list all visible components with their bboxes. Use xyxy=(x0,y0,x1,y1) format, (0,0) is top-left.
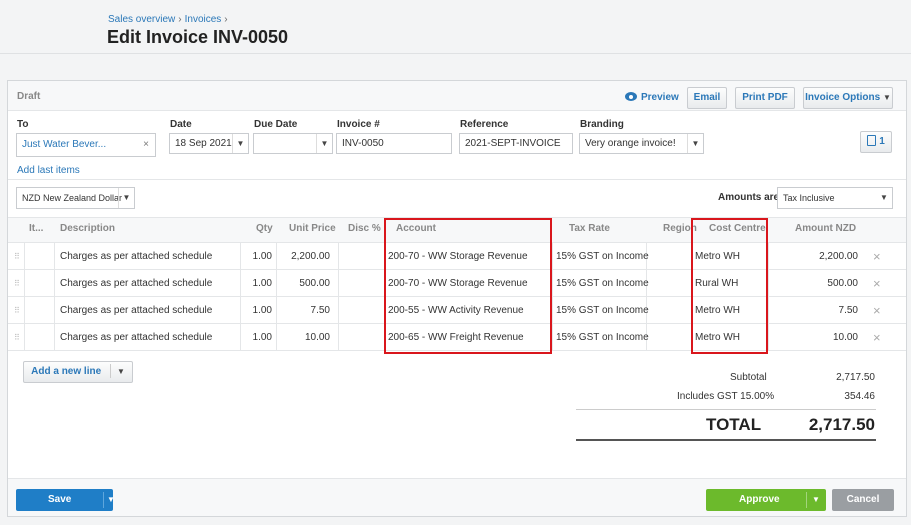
col-description: Description xyxy=(60,223,116,234)
currency-dropdown-icon[interactable]: ▼ xyxy=(118,188,134,208)
date-field[interactable]: 18 Sep 2021 ▼ xyxy=(169,133,249,154)
page-header: Sales overview › Invoices › Edit Invoice IN… xyxy=(0,0,911,54)
cell-description[interactable]: Charges as per attached schedule xyxy=(60,324,212,351)
invoice-options-button[interactable]: Invoice Options ▼ xyxy=(803,87,893,109)
cell-tax-rate[interactable]: 15% GST on Income xyxy=(556,297,649,324)
caret-down-icon[interactable]: ▼ xyxy=(812,489,820,511)
cell-amount[interactable]: 10.00 xyxy=(768,324,858,351)
branding-label: Branding xyxy=(580,119,624,130)
cell-description[interactable]: Charges as per attached schedule xyxy=(60,270,212,297)
cell-unit-price[interactable]: 10.00 xyxy=(278,324,330,351)
add-new-line-button[interactable]: Add a new line ▼ xyxy=(23,361,133,383)
account-highlight xyxy=(384,218,552,354)
reference-field[interactable]: 2021-SEPT-INVOICE xyxy=(459,133,573,154)
file-icon xyxy=(867,135,877,146)
attachments-button[interactable]: 1 xyxy=(860,131,892,153)
currency-select[interactable]: NZD New Zealand Dollar ▼ xyxy=(16,187,135,209)
invoice-panel: Draft Preview Email Print PDF Invoice Op… xyxy=(7,80,907,517)
caret-down-icon[interactable]: ▼ xyxy=(107,489,115,511)
cell-amount[interactable]: 7.50 xyxy=(768,297,858,324)
total-label: TOTAL xyxy=(706,415,762,434)
cell-amount[interactable]: 2,200.00 xyxy=(768,243,858,270)
gst-label: Includes GST 15.00% xyxy=(677,391,775,402)
delete-row-icon[interactable]: × xyxy=(873,270,881,297)
cell-qty[interactable]: 1.00 xyxy=(249,297,272,324)
breadcrumb: Sales overview › Invoices › xyxy=(108,14,228,25)
delete-row-icon[interactable]: × xyxy=(873,297,881,324)
save-button[interactable]: Save ▼ xyxy=(16,489,115,511)
status-label: Draft xyxy=(17,91,41,102)
cell-unit-price[interactable]: 2,200.00 xyxy=(278,243,330,270)
reference-label: Reference xyxy=(460,119,509,130)
cost-centre-highlight xyxy=(691,218,768,354)
due-date-field[interactable]: ▼ xyxy=(253,133,333,154)
page-title: Edit Invoice INV-0050 xyxy=(107,27,289,47)
due-date-label: Due Date xyxy=(254,119,298,130)
approve-button[interactable]: Approve ▼ xyxy=(706,489,826,511)
col-qty: Qty xyxy=(256,223,273,234)
invoice-number-field[interactable]: INV-0050 xyxy=(336,133,452,154)
add-last-items-link[interactable]: Add last items xyxy=(17,165,80,176)
subtotal-value: 2,717.50 xyxy=(836,372,875,383)
divider xyxy=(576,439,876,441)
eye-icon xyxy=(625,92,637,101)
divider xyxy=(8,179,906,180)
to-field[interactable]: Just Water Bever... × xyxy=(16,133,156,157)
email-button[interactable]: Email xyxy=(687,87,727,109)
cell-description[interactable]: Charges as per attached schedule xyxy=(60,297,212,324)
clear-icon[interactable]: × xyxy=(143,134,149,156)
drag-handle-icon[interactable]: ⠿ xyxy=(14,324,20,351)
breadcrumb-invoices[interactable]: Invoices xyxy=(185,14,222,25)
cell-description[interactable]: Charges as per attached schedule xyxy=(60,243,212,270)
to-label: To xyxy=(17,119,29,130)
amounts-are-dropdown-icon[interactable]: ▼ xyxy=(876,188,892,208)
divider xyxy=(576,409,876,410)
cell-tax-rate[interactable]: 15% GST on Income xyxy=(556,243,649,270)
delete-row-icon[interactable]: × xyxy=(873,324,881,351)
drag-handle-icon[interactable]: ⠿ xyxy=(14,270,20,297)
drag-handle-icon[interactable]: ⠿ xyxy=(14,297,20,324)
cell-qty[interactable]: 1.00 xyxy=(249,324,272,351)
drag-handle-icon[interactable]: ⠿ xyxy=(14,243,20,270)
breadcrumb-sales-overview[interactable]: Sales overview xyxy=(108,14,175,25)
amounts-are-select[interactable]: Tax Inclusive ▼ xyxy=(777,187,893,209)
cell-qty[interactable]: 1.00 xyxy=(249,270,272,297)
col-item: It... xyxy=(29,223,44,234)
date-dropdown-icon[interactable]: ▼ xyxy=(232,134,248,153)
total-value: 2,717.50 xyxy=(808,415,875,434)
cell-unit-price[interactable]: 7.50 xyxy=(278,297,330,324)
preview-link[interactable]: Preview xyxy=(625,91,679,103)
col-tax-rate: Tax Rate xyxy=(569,223,610,234)
invoice-number-label: Invoice # xyxy=(337,119,380,130)
delete-row-icon[interactable]: × xyxy=(873,243,881,270)
cell-amount[interactable]: 500.00 xyxy=(768,270,858,297)
cell-qty[interactable]: 1.00 xyxy=(249,243,272,270)
branding-select[interactable]: Very orange invoice! ▼ xyxy=(579,133,704,154)
date-label: Date xyxy=(170,119,192,130)
amounts-are-label: Amounts are xyxy=(718,192,780,203)
due-date-dropdown-icon[interactable]: ▼ xyxy=(316,134,332,153)
col-unit-price: Unit Price xyxy=(289,223,336,234)
cell-unit-price[interactable]: 500.00 xyxy=(278,270,330,297)
cancel-button[interactable]: Cancel xyxy=(832,489,894,511)
branding-dropdown-icon[interactable]: ▼ xyxy=(687,134,703,153)
caret-down-icon[interactable]: ▼ xyxy=(117,367,125,376)
gst-value: 354.46 xyxy=(844,391,875,402)
cell-tax-rate[interactable]: 15% GST on Income xyxy=(556,324,649,351)
subtotal-label: Subtotal xyxy=(730,372,767,383)
col-amount: Amount NZD xyxy=(795,223,857,234)
caret-down-icon: ▼ xyxy=(882,93,891,102)
col-disc: Disc % xyxy=(348,223,381,234)
cell-tax-rate[interactable]: 15% GST on Income xyxy=(556,270,649,297)
print-pdf-button[interactable]: Print PDF xyxy=(735,87,795,109)
